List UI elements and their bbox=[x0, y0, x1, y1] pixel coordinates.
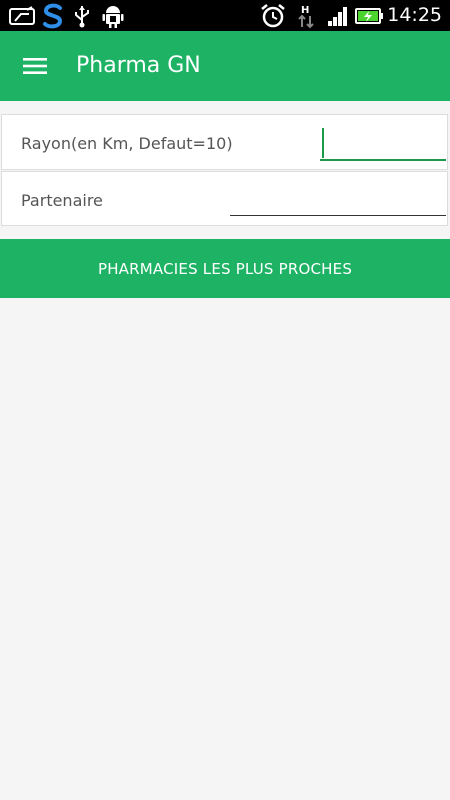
android-debug-icon bbox=[102, 3, 124, 28]
usb-icon bbox=[72, 3, 92, 28]
hspa-data-icon: H bbox=[295, 3, 317, 28]
rayon-input[interactable] bbox=[320, 125, 446, 161]
rayon-label: Rayon(en Km, Defaut=10) bbox=[21, 134, 233, 153]
alarm-clock-icon bbox=[260, 3, 286, 28]
battery-charging-icon bbox=[355, 3, 385, 28]
status-clock: 14:25 bbox=[387, 4, 442, 26]
status-bar: H 14:25 bbox=[0, 0, 450, 31]
s-app-icon bbox=[40, 3, 66, 28]
partenaire-label: Partenaire bbox=[21, 191, 103, 210]
partenaire-row: Partenaire bbox=[1, 171, 448, 226]
hamburger-menu-icon[interactable] bbox=[16, 48, 54, 84]
svg-text:H: H bbox=[301, 5, 309, 16]
signal-icon bbox=[326, 3, 350, 28]
content-area bbox=[0, 298, 450, 800]
nearest-pharmacies-button[interactable]: PHARMACIES LES PLUS PROCHES bbox=[0, 239, 450, 298]
text-cursor bbox=[322, 128, 324, 158]
app-toolbar: Pharma GN bbox=[0, 31, 450, 101]
news-icon bbox=[8, 3, 36, 28]
partenaire-input[interactable] bbox=[230, 184, 446, 216]
rayon-row: Rayon(en Km, Defaut=10) bbox=[1, 114, 448, 170]
app-title: Pharma GN bbox=[76, 53, 201, 78]
